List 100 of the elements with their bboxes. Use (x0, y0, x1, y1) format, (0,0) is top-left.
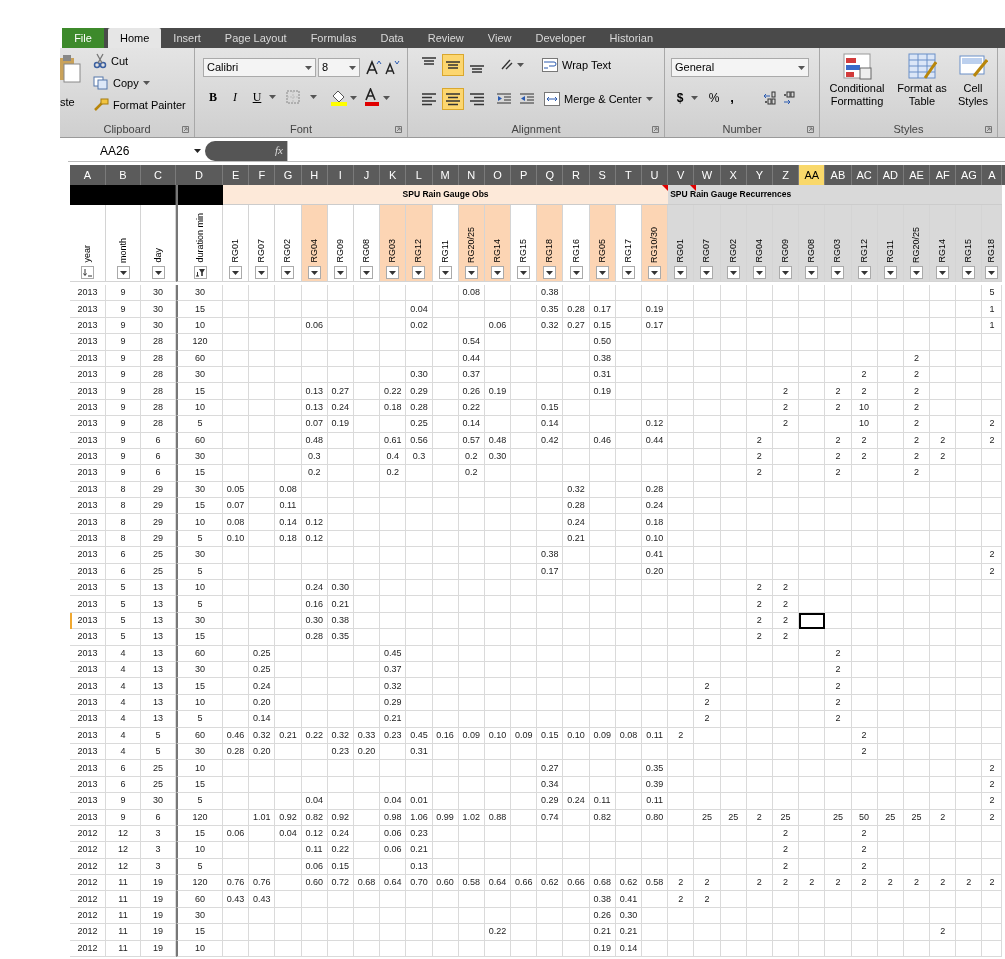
italic-button[interactable]: I (225, 87, 245, 107)
filter-button[interactable] (333, 266, 347, 279)
filter-button[interactable] (936, 266, 950, 279)
font-size-buttons-icon[interactable] (366, 59, 400, 76)
table-cell: 2013 (70, 383, 106, 400)
cell-styles-button[interactable]: Cell Styles (952, 52, 994, 108)
filter-button[interactable] (543, 266, 557, 279)
bold-button[interactable]: B (203, 87, 223, 107)
table-cell: 0.48 (301, 432, 328, 449)
ribbon-tab[interactable]: View (475, 28, 524, 48)
filter-button[interactable] (962, 266, 976, 279)
indent-icon[interactable] (496, 91, 536, 107)
format-painter-button[interactable]: Format Painter (93, 95, 189, 115)
filter-button[interactable] (985, 266, 999, 279)
table-cell: 0.20 (249, 743, 276, 761)
table-cell: 0.04 (380, 793, 407, 810)
table-cell: 2 (825, 662, 852, 679)
table-cell: 0.44 (458, 350, 485, 367)
filter-button[interactable] (412, 266, 426, 279)
ribbon-tab[interactable]: Insert (161, 28, 213, 48)
table-cell: 0.61 (380, 432, 407, 449)
table-cell: 5 (176, 416, 223, 433)
dialog-launcher-icon[interactable] (985, 126, 992, 133)
paste-button[interactable]: ste (60, 48, 86, 118)
underline-button[interactable]: U (247, 87, 267, 107)
ribbon-tab[interactable]: Developer (523, 28, 598, 48)
borders-icon[interactable] (286, 89, 320, 105)
dialog-launcher-icon[interactable] (182, 126, 189, 133)
filter-button[interactable] (569, 266, 583, 279)
filter-button[interactable] (386, 266, 400, 279)
number-format-field[interactable]: General (671, 58, 809, 77)
filter-button[interactable] (255, 266, 269, 279)
filter-button[interactable] (621, 266, 635, 279)
filter-button[interactable] (726, 266, 740, 279)
filter-button[interactable] (674, 266, 688, 279)
merge-center-button[interactable]: Merge & Center (542, 88, 655, 110)
filter-button[interactable] (151, 266, 165, 279)
ribbon-tab[interactable]: Data (368, 28, 416, 48)
column-label: RG12 (413, 239, 425, 263)
filter-button[interactable] (805, 266, 819, 279)
table-cell: 0.24 (327, 825, 354, 843)
filter-button[interactable] (464, 266, 478, 279)
ribbon-tab[interactable]: Review (415, 28, 476, 48)
dialog-launcher-icon[interactable] (807, 126, 814, 133)
wrap-text-button[interactable]: Wrap Text (540, 54, 614, 76)
center-button[interactable] (442, 88, 464, 110)
dialog-launcher-icon[interactable] (652, 126, 659, 133)
table-cell: 0.06 (301, 858, 328, 876)
column-label: RG07 (256, 239, 268, 263)
filter-button[interactable] (595, 266, 609, 279)
filter-button[interactable] (360, 266, 374, 279)
table-cell: 2 (851, 875, 878, 892)
table-cell: 0.39 (642, 776, 669, 794)
ribbon-tab[interactable]: Formulas (298, 28, 369, 48)
filter-button[interactable] (752, 266, 766, 279)
group-title: SPU Rain Gauge Recurrences (669, 188, 793, 201)
filter-button[interactable] (700, 266, 714, 279)
filter-button[interactable] (779, 266, 793, 279)
file-tab[interactable]: File (62, 28, 104, 48)
table-cell: 11 (106, 875, 141, 892)
middle-align-button[interactable] (442, 54, 464, 76)
filter-button[interactable] (831, 266, 845, 279)
comma-button[interactable]: , (726, 88, 738, 108)
filter-button[interactable] (281, 266, 295, 279)
percent-button[interactable]: % (706, 88, 722, 108)
filter-button[interactable] (883, 266, 897, 279)
font-color-icon[interactable] (364, 88, 392, 106)
filter-button[interactable] (517, 266, 531, 279)
format-as-table-button[interactable]: Format as Table (896, 52, 948, 108)
font-name-field[interactable]: Calibri (203, 58, 316, 77)
filter-button[interactable] (229, 266, 243, 279)
filter-button[interactable] (490, 266, 504, 279)
filter-button[interactable] (648, 266, 662, 279)
font-size-field[interactable]: 8 (318, 58, 360, 77)
table-cell: 2 (982, 875, 1003, 892)
filter-button[interactable] (857, 266, 871, 279)
table-cell: 2 (694, 891, 721, 908)
table-cell: 0.32 (563, 481, 590, 499)
currency-button[interactable]: $ (673, 88, 687, 108)
table-cell: 2 (746, 465, 773, 482)
conditional-formatting-button[interactable]: Conditional Formatting (822, 52, 892, 108)
fill-color-icon[interactable] (330, 88, 358, 106)
cut-button[interactable]: Cut (93, 51, 189, 71)
dialog-launcher-icon[interactable] (395, 126, 402, 133)
filter-button[interactable] (307, 266, 321, 279)
table-cell: 0.08 (275, 481, 302, 499)
dropdown-caret-icon (467, 270, 475, 275)
dropdown-caret-icon (520, 270, 528, 275)
filter-button[interactable] (438, 266, 452, 279)
filter-button[interactable] (909, 266, 923, 279)
copy-button[interactable]: Copy (93, 73, 189, 93)
insert-function-button[interactable]: fx (275, 142, 283, 159)
ribbon-tab[interactable]: Historian (597, 28, 665, 48)
ribbon-tab[interactable]: Page Layout (212, 28, 299, 48)
column-header[interactable]: AA (799, 165, 826, 185)
ribbon-tab[interactable]: Home (108, 28, 162, 48)
table-cell: 0.13 (406, 858, 433, 876)
filter-button[interactable] (116, 266, 130, 279)
filter-button[interactable] (193, 266, 207, 279)
table-cell: 12 (106, 858, 141, 876)
